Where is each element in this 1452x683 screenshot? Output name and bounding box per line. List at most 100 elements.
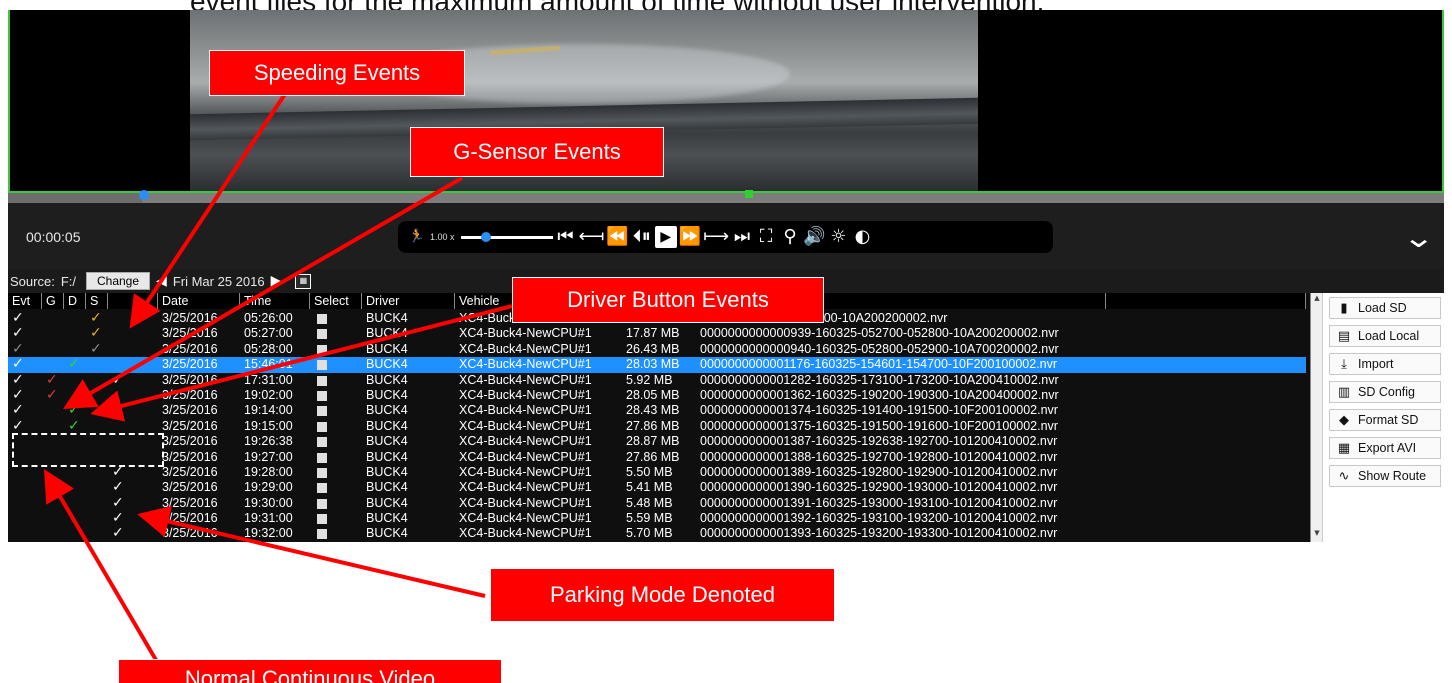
select-checkbox[interactable] <box>317 421 327 432</box>
driver-cell: BUCK4 <box>366 434 408 449</box>
vehicle-cell: XC4-Buck4-NewCPU#1 <box>459 418 592 433</box>
col-select[interactable]: Select <box>310 293 362 309</box>
col-g[interactable]: G <box>42 293 64 309</box>
table-row[interactable]: ✓ ✓ 3/25/2016 05:28:00 BUCK4 XC4-Buck4-NewCPU… <box>8 342 1306 357</box>
table-row[interactable]: ✓ ✓ 3/25/2016 19:15:00 BUCK4 XC4-Buck4-NewCPU… <box>8 419 1306 434</box>
s-cell: ✓ <box>86 326 108 341</box>
select-checkbox[interactable] <box>317 514 327 525</box>
col-date[interactable]: Date <box>158 293 240 309</box>
col-time[interactable]: Time <box>240 293 310 309</box>
speed-slider[interactable] <box>460 223 553 251</box>
table-row[interactable]: ✓ 3/25/2016 19:32:00 BUCK4 XC4-Buck4-NewCPU#… <box>8 526 1306 541</box>
d-cell <box>64 526 86 541</box>
select-checkbox[interactable] <box>317 329 327 340</box>
col-s[interactable]: S <box>86 293 108 309</box>
video-viewport[interactable] <box>8 10 1444 193</box>
fast-forward-icon[interactable]: ⏩ <box>679 223 701 251</box>
select-checkbox[interactable] <box>317 452 327 463</box>
select-checkbox[interactable] <box>317 375 327 386</box>
rewind-icon[interactable]: ⏪ <box>606 223 628 251</box>
table-row[interactable]: ✓ 3/25/2016 19:30:00 BUCK4 XC4-Buck4-NewCPU#… <box>8 496 1306 511</box>
format-sd-button[interactable]: ◆ Format SD <box>1329 409 1441 431</box>
select-checkbox[interactable] <box>317 467 327 478</box>
table-row[interactable]: 3/25/2016 19:26:38 BUCK4 XC4-Buck4-NewCPU#1… <box>8 434 1306 449</box>
brightness-icon[interactable]: ☼ <box>827 223 849 251</box>
evt-cell: ✓ <box>8 357 42 372</box>
callout-normal: Normal Continuous Video <box>118 659 502 683</box>
zoom-icon[interactable]: ⚲ <box>779 223 801 251</box>
sd-config-button[interactable]: ▥ SD Config <box>1329 381 1441 403</box>
select-checkbox[interactable] <box>317 360 327 371</box>
table-scrollbar[interactable]: ▲ ▼ <box>1310 293 1322 542</box>
size-cell: 28.43 MB <box>626 403 680 418</box>
load-sd-button[interactable]: ▮ Load SD <box>1329 297 1441 319</box>
select-checkbox[interactable] <box>317 498 327 509</box>
select-checkbox[interactable] <box>317 406 327 417</box>
date-cell: 3/25/2016 <box>162 311 218 325</box>
load-local-button[interactable]: ▤ Load Local <box>1329 325 1441 347</box>
table-row[interactable]: ✓ ✓ 3/25/2016 19:02:00 BUCK4 XC4-Buck4-NewCPU… <box>8 388 1306 403</box>
skip-start-icon[interactable]: ⏮ <box>555 223 577 251</box>
volume-icon[interactable]: 🔊 <box>803 223 825 251</box>
chevron-down-icon[interactable]: ⌄ <box>1402 221 1435 254</box>
col-parking[interactable] <box>108 293 158 309</box>
frame-back-icon[interactable]: ⏴⏸ <box>631 223 653 251</box>
size-cell: 27.86 MB <box>626 418 680 433</box>
prev-day-icon[interactable]: ◀ <box>156 273 167 289</box>
import-button[interactable]: ⤓ Import <box>1329 353 1441 375</box>
table-row[interactable]: ✓ ✓ ✓ 3/25/2016 17:31:00 BUCK4 XC4-Buck4-NewCP… <box>8 373 1306 388</box>
vehicle-cell: XC4-Buck4-NewCPU#1 <box>459 464 592 479</box>
seek-bar[interactable] <box>8 190 1444 203</box>
contrast-icon[interactable]: ◐ <box>851 223 873 251</box>
select-checkbox[interactable] <box>317 344 327 355</box>
fullscreen-icon[interactable]: ⛶ <box>755 223 777 251</box>
route-icon: ∿ <box>1338 468 1350 484</box>
step-back-icon[interactable]: ⟻ <box>579 223 605 251</box>
time-cell: 05:27:00 <box>244 326 293 341</box>
select-checkbox[interactable] <box>317 390 327 401</box>
scroll-down-icon[interactable]: ▼ <box>1312 529 1322 541</box>
skip-end-icon[interactable]: ⏭ <box>731 223 753 251</box>
seek-handle[interactable] <box>139 190 149 200</box>
g-cell <box>42 403 64 418</box>
change-source-button[interactable]: Change <box>85 272 151 290</box>
table-row[interactable]: ✓ 3/25/2016 19:29:00 BUCK4 XC4-Buck4-NewCPU#… <box>8 480 1306 495</box>
s-cell <box>86 465 108 480</box>
callout-gsensor: G-Sensor Events <box>410 127 664 177</box>
scroll-up-icon[interactable]: ▲ <box>1312 294 1322 306</box>
table-row[interactable]: ✓ ✓ 3/25/2016 05:27:00 BUCK4 XC4-Buck4-NewCPU… <box>8 326 1306 341</box>
table-row[interactable]: ✓ 3/25/2016 19:31:00 BUCK4 XC4-Buck4-NewCPU#… <box>8 511 1306 526</box>
col-d[interactable]: D <box>64 293 86 309</box>
size-cell: 5.50 MB <box>626 464 673 479</box>
film-icon: ▦ <box>1337 440 1351 456</box>
speed-label: 1.00 x <box>430 232 455 242</box>
checkmark-icon: ✓ <box>68 357 80 373</box>
col-evt[interactable]: Evt <box>8 293 42 309</box>
filename-cell: 0000000000001374-160325-191400-191500-10… <box>700 403 1058 418</box>
d-cell: ✓ <box>64 403 86 418</box>
g-cell <box>42 342 64 357</box>
next-day-icon[interactable]: ▶ <box>271 273 282 289</box>
d-cell: ✓ <box>64 419 86 434</box>
show-route-button[interactable]: ∿ Show Route <box>1329 465 1441 487</box>
s-cell <box>86 403 108 418</box>
table-row[interactable]: ✓ ✓ 3/25/2016 15:46:01 BUCK4 XC4-Buck4-NewCPU… <box>8 357 1306 373</box>
table-row[interactable]: ✓ 3/25/2016 19:28:00 BUCK4 XC4-Buck4-NewCPU#… <box>8 465 1306 480</box>
table-row[interactable]: 3/25/2016 19:27:00 BUCK4 XC4-Buck4-NewCPU#1… <box>8 450 1306 465</box>
time-cell: 19:28:00 <box>244 464 293 479</box>
col-driver[interactable]: Driver <box>362 293 455 309</box>
evt-cell: ✓ <box>8 373 42 388</box>
select-checkbox[interactable] <box>317 483 327 494</box>
vehicle-cell: XC4-Buck4-NewCPU#1 <box>459 434 592 449</box>
calendar-icon[interactable]: ▦ <box>295 273 312 289</box>
date-cell: 3/25/2016 <box>162 434 218 449</box>
export-avi-button[interactable]: ▦ Export AVI <box>1329 437 1441 459</box>
select-checkbox[interactable] <box>317 437 327 448</box>
select-checkbox[interactable] <box>317 529 327 540</box>
step-forward-icon[interactable]: ⟼ <box>703 223 729 251</box>
select-checkbox[interactable] <box>317 314 327 324</box>
driver-cell: BUCK4 <box>366 418 408 433</box>
play-icon[interactable]: ▶ <box>654 226 677 248</box>
parking-cell <box>108 311 158 326</box>
table-row[interactable]: ✓ ✓ 3/25/2016 19:14:00 BUCK4 XC4-Buck4-NewCPU… <box>8 403 1306 418</box>
